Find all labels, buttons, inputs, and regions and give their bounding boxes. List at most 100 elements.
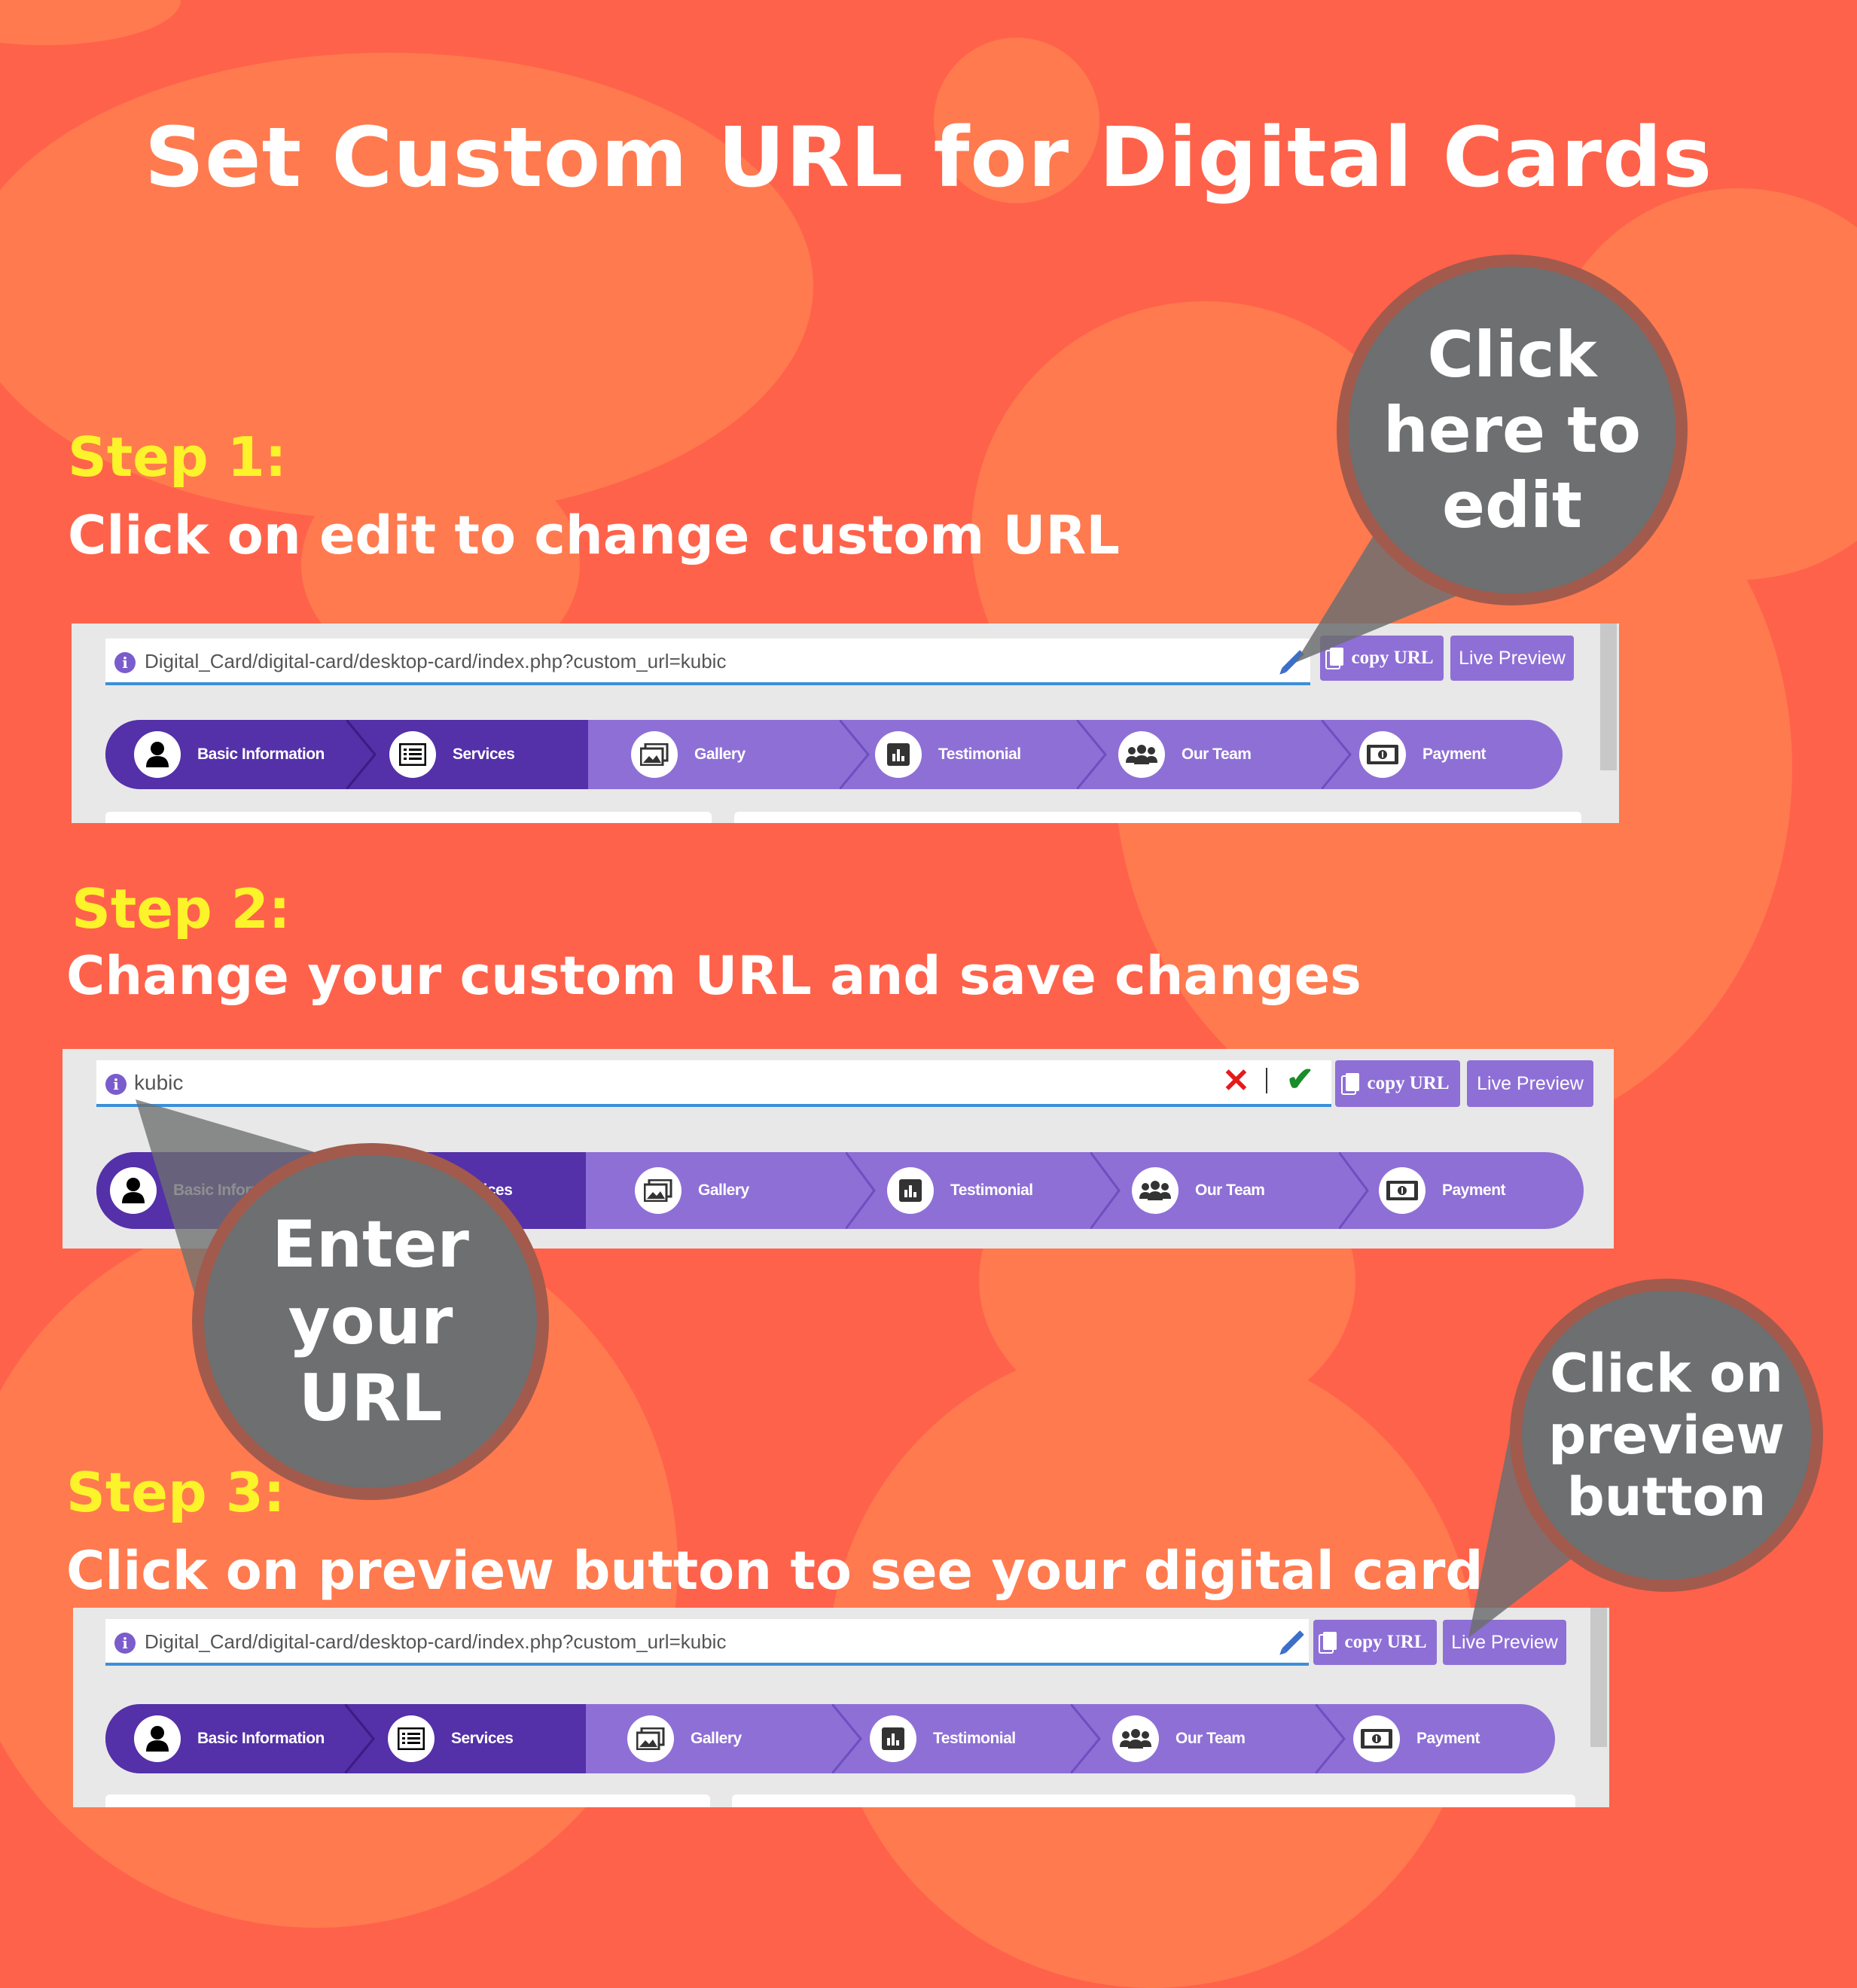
tab-payment[interactable]: Payment (1353, 1704, 1480, 1773)
tab-label: Testimonial (950, 1182, 1033, 1199)
page-title: Set Custom URL for Digital Cards (144, 109, 1713, 206)
team-icon (1112, 1715, 1159, 1762)
callout-edit: Click here to edit (1337, 255, 1688, 605)
custom-url-input[interactable]: i kubic ✕ ✔ (96, 1060, 1331, 1107)
info-icon: i (105, 1074, 127, 1095)
tab-label: Payment (1442, 1182, 1506, 1199)
tab-separator (832, 1704, 862, 1773)
list-icon (389, 731, 436, 778)
tab-services[interactable]: Services (388, 1704, 514, 1773)
tab-label: Basic Information (197, 746, 325, 763)
chart-icon (875, 731, 922, 778)
tab-payment[interactable]: Payment (1359, 720, 1487, 789)
scrollbar[interactable] (1590, 1608, 1607, 1747)
pencil-icon[interactable] (1282, 650, 1304, 672)
callout-line: Enter (272, 1207, 469, 1282)
list-icon (388, 1715, 435, 1762)
money-icon (1353, 1715, 1400, 1762)
tab-separator (1322, 720, 1352, 789)
info-icon: i (114, 1633, 136, 1654)
tab-testimonial[interactable]: Testimonial (870, 1704, 1016, 1773)
tab-payment[interactable]: Payment (1379, 1152, 1506, 1229)
tab-separator (840, 720, 870, 789)
tab-gallery[interactable]: Gallery (635, 1152, 749, 1229)
tab-label: Payment (1416, 1730, 1480, 1747)
step-2-heading: Step 2: (72, 877, 291, 941)
callout-line: edit (1441, 468, 1583, 542)
tab-basic-information[interactable]: Basic Information (134, 720, 325, 789)
tab-gallery[interactable]: Gallery (627, 1704, 742, 1773)
divider (1266, 1068, 1267, 1093)
images-icon (631, 731, 678, 778)
step-3-description: Click on preview button to see your digi… (66, 1540, 1483, 1602)
copy-url-label: copy URL (1344, 1632, 1427, 1652)
step-1-heading: Step 1: (68, 425, 287, 489)
chart-icon (870, 1715, 916, 1762)
step-1-description: Click on edit to change custom URL (68, 505, 1120, 566)
copy-icon (1346, 1073, 1360, 1091)
step-tabs-nav: Basic Information Services Gallery Testi… (105, 1704, 1555, 1773)
pencil-icon[interactable] (1282, 1630, 1304, 1653)
tab-separator (1090, 1152, 1121, 1229)
money-icon (1359, 731, 1406, 778)
background-blob (0, 0, 181, 45)
tab-separator (1071, 1704, 1101, 1773)
tab-testimonial[interactable]: Testimonial (887, 1152, 1033, 1229)
scrollbar[interactable] (1600, 624, 1617, 770)
tab-separator (346, 720, 377, 789)
copy-icon (1330, 648, 1344, 666)
callout-enter-url: Enter your URL (192, 1143, 549, 1500)
images-icon (627, 1715, 674, 1762)
user-icon (134, 1715, 181, 1762)
content-panel-left (105, 1794, 710, 1807)
live-preview-button[interactable]: Live Preview (1443, 1620, 1566, 1665)
copy-url-label: copy URL (1367, 1073, 1450, 1093)
step-2-description: Change your custom URL and save changes (66, 945, 1361, 1007)
tab-label: Services (451, 1730, 514, 1747)
tab-separator (1339, 1152, 1369, 1229)
copy-icon (1323, 1632, 1337, 1650)
tab-our-team[interactable]: Our Team (1112, 1704, 1246, 1773)
tab-label: Services (453, 746, 515, 763)
tab-testimonial[interactable]: Testimonial (875, 720, 1021, 789)
step-3-heading: Step 3: (66, 1461, 285, 1524)
callout-line: URL (298, 1361, 443, 1436)
callout-preview: Click on preview button (1510, 1279, 1823, 1592)
tab-separator (1316, 1704, 1346, 1773)
content-panel-left (105, 812, 712, 823)
tab-label: Testimonial (933, 1730, 1016, 1747)
copy-url-button[interactable]: copy URL (1335, 1060, 1460, 1107)
tab-basic-information[interactable]: Basic Information (134, 1704, 325, 1773)
copy-url-label: copy URL (1351, 648, 1434, 668)
x-icon[interactable]: ✕ (1222, 1062, 1250, 1100)
content-panel-right (732, 1794, 1575, 1807)
callout-line: Click (1427, 318, 1597, 392)
tab-label: Gallery (694, 746, 746, 763)
tab-label: Payment (1422, 746, 1487, 763)
live-preview-button[interactable]: Live Preview (1467, 1060, 1593, 1107)
tab-gallery[interactable]: Gallery (631, 720, 746, 789)
tab-separator (345, 1704, 375, 1773)
user-icon (134, 731, 181, 778)
tab-label: Basic Information (197, 1730, 325, 1747)
step-1-screenshot: i Digital_Card/digital-card/desktop-card… (72, 624, 1619, 823)
content-panel-right (734, 812, 1581, 823)
tab-label: Our Team (1182, 746, 1252, 763)
custom-url-text: Digital_Card/digital-card/desktop-card/i… (145, 1630, 727, 1653)
copy-url-button[interactable]: copy URL (1320, 636, 1444, 681)
tab-our-team[interactable]: Our Team (1132, 1152, 1265, 1229)
info-icon: i (114, 652, 136, 673)
team-icon (1132, 1167, 1179, 1214)
tab-label: Gallery (698, 1182, 749, 1199)
team-icon (1118, 731, 1165, 778)
copy-url-button[interactable]: copy URL (1313, 1620, 1437, 1665)
custom-url-field[interactable]: i Digital_Card/digital-card/desktop-card… (105, 639, 1310, 685)
tab-our-team[interactable]: Our Team (1118, 720, 1252, 789)
user-icon (110, 1167, 157, 1214)
tab-separator (1077, 720, 1107, 789)
tab-services[interactable]: Services (389, 720, 515, 789)
check-icon[interactable]: ✔ (1286, 1060, 1314, 1099)
custom-url-field[interactable]: i Digital_Card/digital-card/desktop-card… (105, 1619, 1309, 1666)
tab-label: Our Team (1195, 1182, 1265, 1199)
live-preview-button[interactable]: Live Preview (1450, 636, 1574, 681)
